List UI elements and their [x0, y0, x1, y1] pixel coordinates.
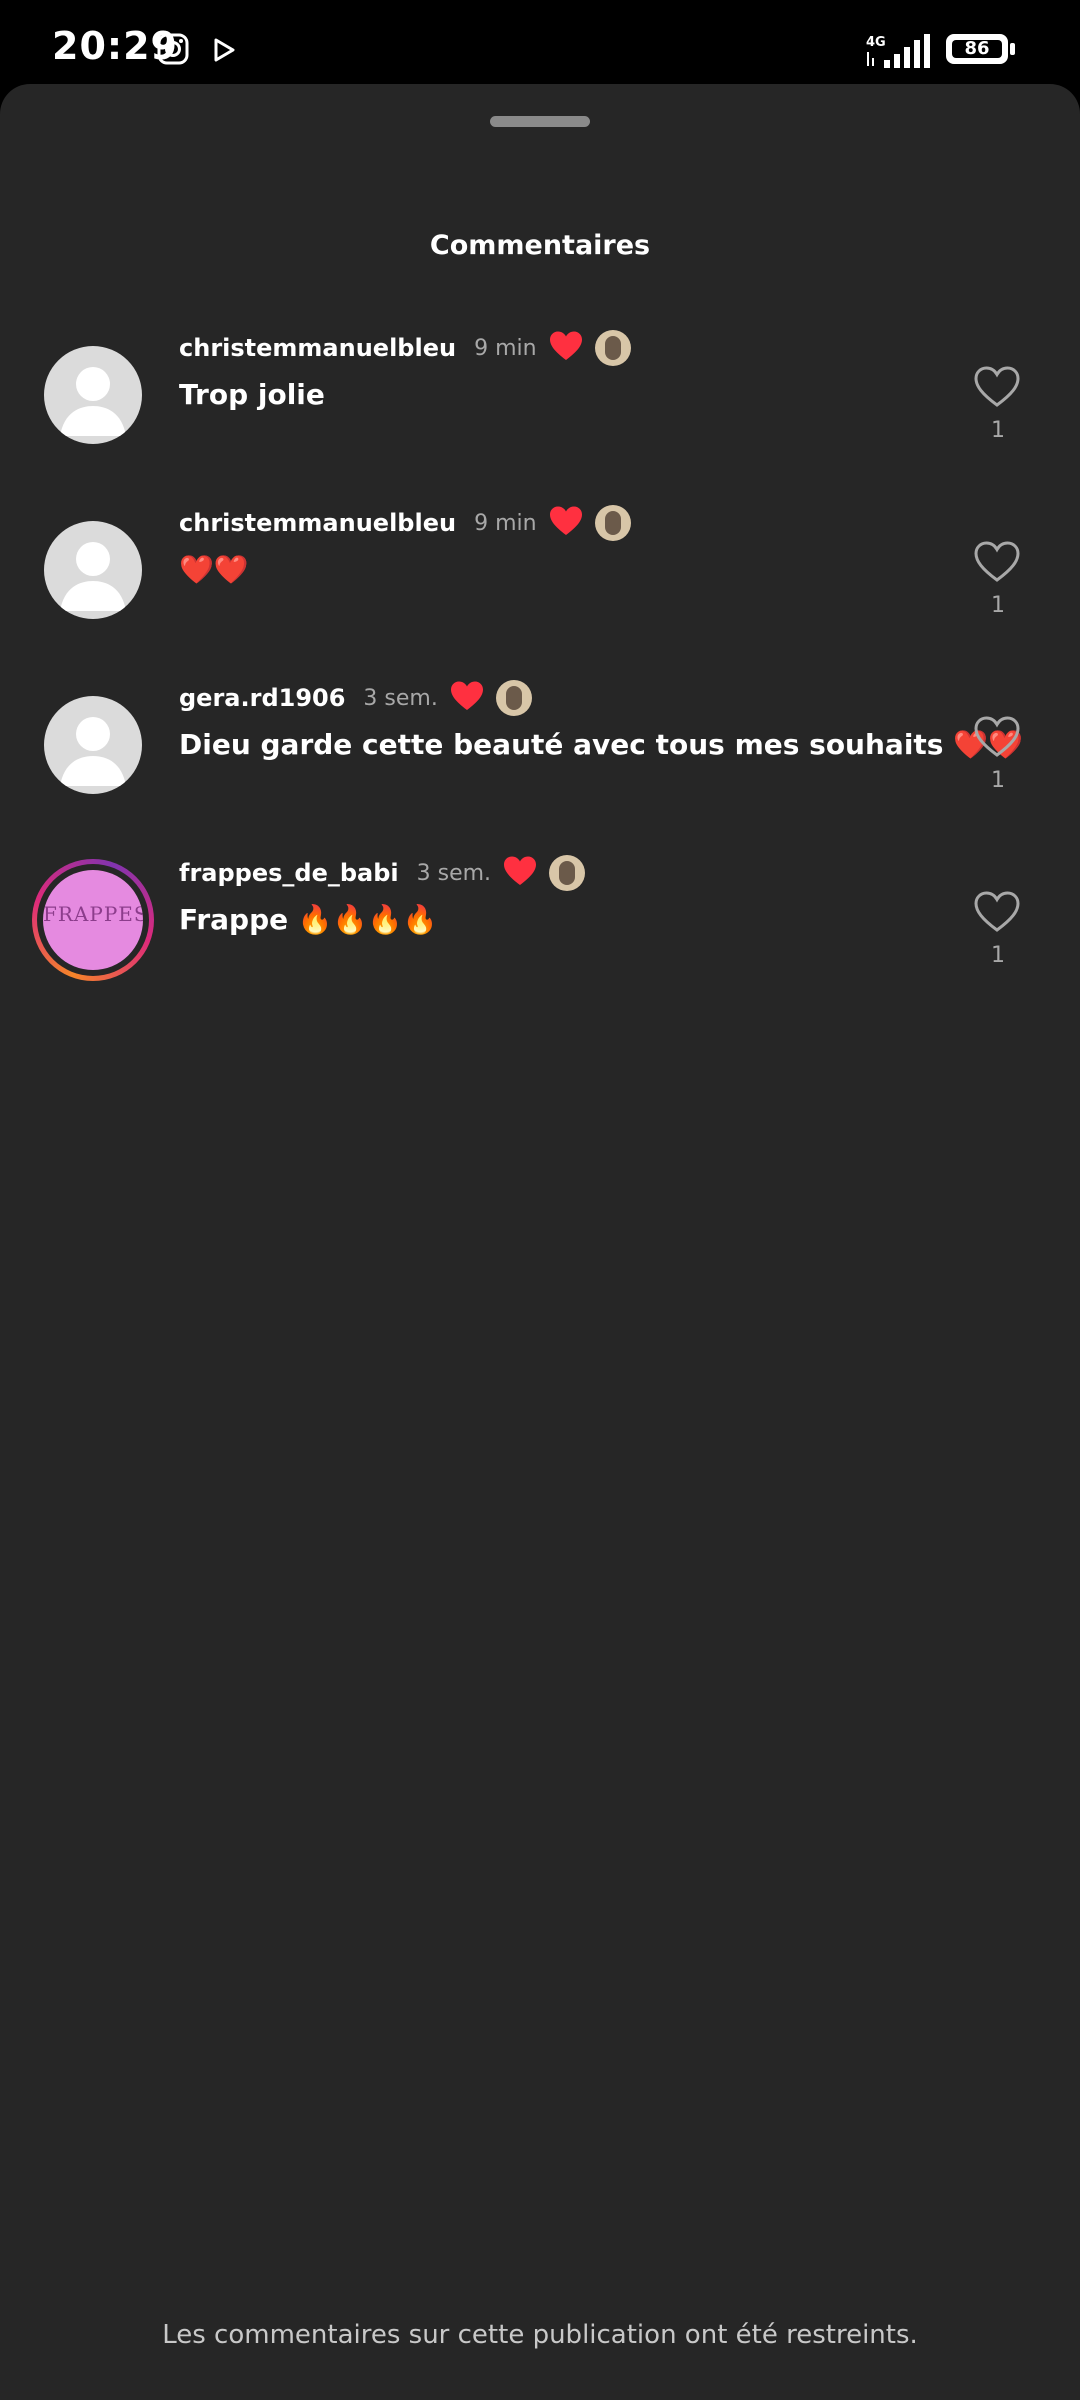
comment-time: 3 sem. [363, 685, 438, 711]
comment-item: christemmanuelbleu 9 min Trop jolie 1 [0, 326, 1080, 486]
comment-username[interactable]: frappes_de_babi [179, 859, 399, 887]
battery-tip [1010, 43, 1015, 55]
comment-username[interactable]: gera.rd1906 [179, 684, 345, 712]
comment-time: 9 min [474, 335, 537, 361]
battery-icon: 86 [946, 34, 1016, 68]
author-avatar-icon [594, 330, 631, 366]
author-avatar-icon [594, 505, 631, 541]
play-store-icon [212, 38, 236, 62]
battery-level: 86 [952, 40, 1002, 58]
comment-text: Dieu garde cette beauté avec tous mes so… [179, 728, 1023, 761]
comment-item: FRAPPES. frappes_de_babi 3 sem. Frappe 🔥… [0, 851, 1080, 1011]
comment-meta: christemmanuelbleu 9 min [179, 326, 631, 370]
author-avatar-icon [549, 855, 586, 891]
avatar-logo-text: FRAPPES. [43, 902, 143, 926]
status-bar: 20:29 4G 86 [0, 0, 1080, 84]
comment-time: 9 min [474, 510, 537, 536]
comment-text: Frappe 🔥🔥🔥🔥 [179, 903, 438, 936]
like-heart-icon[interactable] [974, 366, 1020, 408]
comment-username[interactable]: christemmanuelbleu [179, 509, 456, 537]
avatar-image: FRAPPES. [43, 870, 143, 970]
like-heart-icon[interactable] [974, 716, 1020, 758]
comment-item: gera.rd1906 3 sem. Dieu garde cette beau… [0, 676, 1080, 836]
comment-meta: frappes_de_babi 3 sem. [179, 851, 586, 895]
like-count: 1 [991, 943, 1005, 968]
like-count: 1 [991, 418, 1005, 443]
comment-username[interactable]: christemmanuelbleu [179, 334, 456, 362]
sheet-title: Commentaires [429, 230, 651, 261]
comment-time: 3 sem. [416, 860, 492, 886]
avatar[interactable] [44, 696, 142, 794]
like-heart-icon[interactable] [974, 541, 1020, 583]
default-avatar-icon [60, 717, 126, 786]
avatar[interactable] [44, 521, 142, 619]
avatar[interactable] [44, 346, 142, 444]
liked-by-author-heart-icon [549, 505, 583, 541]
like-heart-icon[interactable] [974, 891, 1020, 933]
comment-text: ❤️❤️ [179, 553, 249, 586]
drag-handle[interactable] [490, 116, 590, 127]
network-type: 4G [866, 35, 886, 50]
liked-by-author-heart-icon [549, 330, 583, 366]
like-count: 1 [991, 593, 1005, 618]
signal-icon: 4G [864, 32, 934, 70]
story-avatar[interactable]: FRAPPES. [32, 859, 154, 981]
comment-text: Trop jolie [179, 378, 325, 411]
liked-by-author-heart-icon [503, 855, 537, 891]
like-count: 1 [991, 768, 1005, 793]
author-avatar-icon [495, 680, 532, 716]
default-avatar-icon [60, 542, 126, 611]
battery-body: 86 [946, 34, 1008, 64]
default-avatar-icon [60, 367, 126, 436]
comments-sheet: Commentaires christemmanuelbleu 9 min Tr… [0, 84, 1080, 2400]
comment-item: christemmanuelbleu 9 min ❤️❤️ 1 [0, 501, 1080, 661]
comments-restricted-note: Les commentaires sur cette publication o… [162, 2320, 918, 2350]
comment-meta: gera.rd1906 3 sem. [179, 676, 532, 720]
comment-meta: christemmanuelbleu 9 min [179, 501, 631, 545]
instagram-icon [156, 32, 190, 66]
liked-by-author-heart-icon [450, 680, 484, 716]
